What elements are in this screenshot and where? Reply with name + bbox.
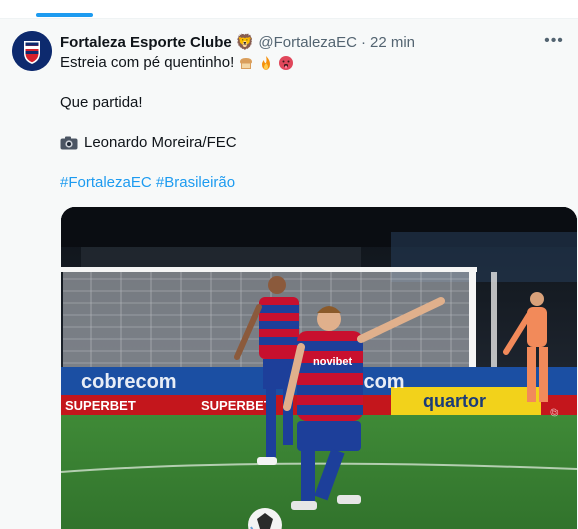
hashtags: #FortalezaEC #Brasileirão	[60, 173, 235, 193]
board-text-1: cobrecom	[81, 371, 177, 393]
tweet-line-1: Estreia com pé quentinho!	[60, 53, 294, 73]
tweet-card[interactable]: Fortaleza Esporte Clube 🦁 @FortalezaEC ·…	[0, 18, 578, 529]
board-text-4: quartor	[423, 391, 486, 411]
more-options-button[interactable]: •••	[540, 29, 568, 53]
tweet-line-3: Leonardo Moreira/FEC	[60, 133, 237, 153]
avatar[interactable]	[12, 31, 52, 71]
timestamp[interactable]: 22 min	[370, 34, 415, 51]
tweet-text-line-1: Estreia com pé quentinho!	[60, 54, 235, 71]
hashtag-fortalezaec[interactable]: #FortalezaEC	[60, 174, 152, 191]
tweet-text-line-2: Que partida!	[60, 94, 143, 111]
active-tab-indicator	[36, 13, 93, 17]
photo-credit: Leonardo Moreira/FEC	[84, 134, 237, 151]
display-name[interactable]: Fortaleza Esporte Clube	[60, 34, 232, 51]
user-handle[interactable]: @FortalezaEC	[258, 34, 357, 51]
board-text-2: SUPERBET	[65, 398, 136, 413]
top-bar	[0, 0, 578, 18]
more-icon: •••	[544, 32, 564, 49]
separator-dot: ·	[360, 33, 366, 51]
hashtag-brasileirao[interactable]: #Brasileirão	[156, 174, 235, 191]
bread-icon	[240, 58, 253, 69]
board-text-3: SUPERBET	[201, 398, 272, 413]
tweet-photo[interactable]: cobrecom SUPERBET SUPERBET quartor cobre…	[61, 207, 577, 529]
hot-face-icon	[279, 56, 294, 70]
fire-icon	[262, 56, 271, 70]
tweet-header: Fortaleza Esporte Clube 🦁 @FortalezaEC ·…	[60, 32, 415, 52]
camera-icon	[60, 136, 78, 150]
svg-text:@: @	[549, 408, 559, 417]
shirt-sponsor: novibet	[313, 356, 352, 368]
lion-emoji-icon: 🦁	[235, 34, 255, 51]
club-crest-icon	[12, 31, 52, 71]
match-photo-image: cobrecom SUPERBET SUPERBET quartor cobre…	[61, 207, 577, 529]
